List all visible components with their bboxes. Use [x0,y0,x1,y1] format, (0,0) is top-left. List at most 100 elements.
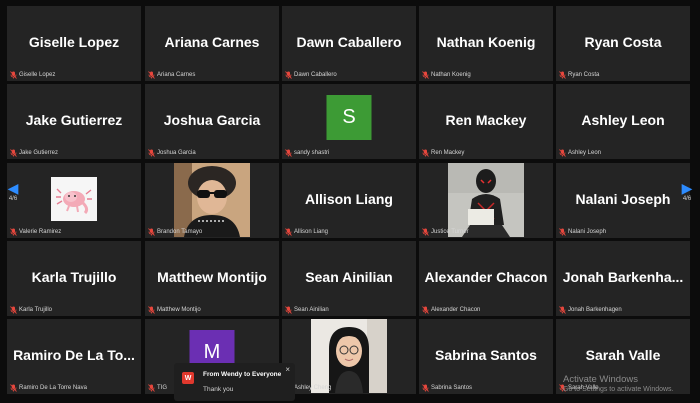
muted-mic-icon [10,71,17,79]
participant-tile-ramiro-de-la-torre-nava[interactable]: Ramiro De La To... Ramiro De La Torre Nav… [7,319,141,394]
next-page-button[interactable]: ▶ 4/6 [676,180,698,220]
participant-tile-sabrina-santos[interactable]: Sabrina Santos Sabrina Santos [419,319,553,394]
participant-name-label: Justice Turner [422,228,469,236]
muted-mic-icon [422,228,429,236]
participant-video-feed [174,163,250,237]
participant-tile-alexander-chacon[interactable]: Alexander Chacon Alexander Chacon [419,241,553,316]
participant-name-text: Sabrina Santos [431,385,473,391]
participant-tile-jake-gutierrez[interactable]: Jake Gutierrez Jake Gutierrez [7,84,141,159]
chat-message: Thank you [203,386,234,393]
chat-notification[interactable]: W From Wendy to Everyone Thank you × [174,363,295,401]
participant-name-text: Nalani Joseph [568,229,607,235]
participant-name-text: Valerie Ramirez [19,229,62,235]
participant-name-text: Sean Ainilian [294,307,329,313]
participant-name-text: Giselle Lopez [19,72,56,78]
participant-video-feed [51,177,97,221]
participant-name-label: Ariana Carnes [148,71,195,79]
participant-display-name: Giselle Lopez [28,33,120,50]
muted-mic-icon [148,384,155,392]
watermark-title: Activate Windows [563,374,638,385]
participant-tile-ariana-carnes[interactable]: Ariana Carnes Ariana Carnes [145,6,279,81]
participant-name-label: Nathan Koenig [422,71,471,79]
chat-sender: From Wendy to Everyone [203,371,282,378]
participant-video-feed [448,163,524,237]
participant-video [174,163,250,237]
participant-display-name: Sabrina Santos [435,346,537,363]
participant-name-text: Alexander Chacon [431,307,481,313]
participant-tile-karla-trujillo[interactable]: Karla Trujillo Karla Trujillo [7,241,141,316]
participant-tile-jonah-barkenhagen[interactable]: Jonah Barkenha... Jonah Barkenhagen [556,241,690,316]
muted-mic-icon [559,71,566,79]
page-indicator-right: 4/6 [682,196,692,202]
muted-mic-icon [148,228,155,236]
muted-mic-icon [285,149,292,157]
watermark-subtitle: Go to Settings to activate Windows. [563,386,674,393]
participant-name-label: sandy shastri [285,149,329,157]
participant-tile-ashley-leon[interactable]: Ashley Leon Ashley Leon [556,84,690,159]
muted-mic-icon [285,306,292,314]
participant-display-name: Jonah Barkenha... [562,268,684,285]
muted-mic-icon [559,228,566,236]
participant-name-label: Jake Gutierrez [10,149,58,157]
participant-display-name: Ramiro De La To... [13,346,135,363]
participant-name-label: Dawn Caballero [285,71,337,79]
participant-name-text: Dawn Caballero [294,72,337,78]
muted-mic-icon [285,71,292,79]
participant-tile-valerie-ramirez[interactable]: Valerie Ramirez [7,163,141,238]
page-indicator-left: 4/6 [8,196,18,202]
participant-name-label: Sean Ainilian [285,306,329,314]
participant-tile-sean-ainilian[interactable]: Sean Ainilian Sean Ainilian [282,241,416,316]
participant-video-feed [311,319,387,393]
participant-name-text: Brandon Tamayo [157,229,203,235]
participant-tile-allison-liang[interactable]: Allison Liang Allison Liang [282,163,416,238]
participant-name-label: Matthew Montijo [148,306,201,314]
participant-display-name: Ariana Carnes [164,33,260,50]
participant-name-label: Jonah Barkenhagen [559,306,622,314]
participant-tile-justice-turner[interactable]: Justice Turner [419,163,553,238]
participant-name-label: Sabrina Santos [422,384,472,392]
participant-tile-dawn-caballero[interactable]: Dawn Caballero Dawn Caballero [282,6,416,81]
activate-windows-watermark: Activate Windows Go to Settings to activ… [563,374,674,393]
gallery-grid: Giselle Lopez Giselle Lopez Ariana Carnes A… [0,0,700,403]
participant-name-text: Jake Gutierrez [19,150,59,156]
participant-name-label: Allison Liang [285,228,328,236]
participant-tile-brandon-tamayo[interactable]: Brandon Tamayo [145,163,279,238]
participant-name-text: Karla Trujillo [19,307,53,313]
participant-name-label: Ren Mackey [422,149,464,157]
participant-video [311,319,387,393]
close-icon[interactable]: × [285,365,290,374]
participant-tile-matthew-montijo[interactable]: Matthew Montijo Matthew Montijo [145,241,279,316]
muted-mic-icon [285,228,292,236]
participant-tile-ryan-costa[interactable]: Ryan Costa Ryan Costa [556,6,690,81]
participant-tile-nathan-koenig[interactable]: Nathan Koenig Nathan Koenig [419,6,553,81]
muted-mic-icon [422,306,429,314]
participant-display-name: Ryan Costa [584,33,662,50]
participant-name-text: Nathan Koenig [431,72,471,78]
axolotl-image [51,177,97,221]
participant-name-label: Valerie Ramirez [10,228,61,236]
participant-tile-joshua-garcia[interactable]: Joshua Garcia Joshua Garcia [145,84,279,159]
prev-page-button[interactable]: ◀ 4/6 [2,180,24,220]
participant-display-name: Dawn Caballero [296,33,402,50]
muted-mic-icon [10,384,17,392]
participant-display-name: Ashley Leon [581,111,665,128]
participant-tile-sandy-shastri[interactable]: Ssandy shastri [282,84,416,159]
participant-display-name: Matthew Montijo [157,268,267,285]
participant-tile-ren-mackey[interactable]: Ren Mackey Ren Mackey [419,84,553,159]
participant-name-text: TIG [157,385,167,391]
participant-display-name: Joshua Garcia [163,111,261,128]
participant-name-label: Brandon Tamayo [148,228,202,236]
participant-display-name: Karla Trujillo [31,268,117,285]
participant-tile-giselle-lopez[interactable]: Giselle Lopez Giselle Lopez [7,6,141,81]
participant-name-label: Ryan Costa [559,71,599,79]
participant-name-text: Ariana Carnes [157,72,196,78]
participant-name-text: Ashley Cheng [294,385,332,391]
participant-tile-nalani-joseph[interactable]: Nalani Joseph Nalani Joseph [556,163,690,238]
participant-video [448,163,524,237]
muted-mic-icon [148,71,155,79]
muted-mic-icon [10,306,17,314]
chevron-left-icon: ◀ [7,180,19,196]
chevron-right-icon: ▶ [681,180,693,196]
participant-tile-ashley-cheng[interactable]: Ashley Cheng [282,319,416,394]
participant-name-text: Jonah Barkenhagen [568,307,622,313]
